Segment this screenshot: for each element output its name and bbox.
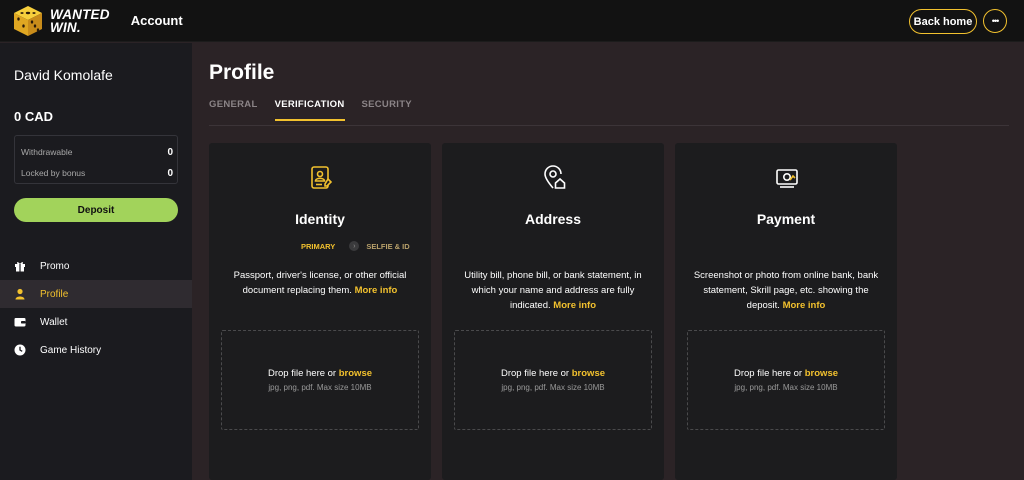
wallet-icon	[14, 316, 26, 328]
sidebar-item-label: Profile	[40, 288, 69, 300]
payment-card: Payment Screenshot or photo from online …	[675, 143, 897, 480]
main-content: Profile GENERAL VERIFICATION SECURITY Id…	[192, 43, 1024, 480]
withdrawable-row: Withdrawable 0	[21, 147, 173, 158]
clock-icon	[14, 344, 26, 356]
locked-row: Locked by bonus 0	[21, 168, 173, 179]
card-title: Address	[524, 211, 582, 227]
page-title: Profile	[209, 61, 275, 84]
drop-text: Drop file here or browse	[688, 368, 884, 379]
drop-text: Drop file here or browse	[455, 368, 651, 379]
sidebar-item-game-history[interactable]: Game History	[0, 336, 192, 364]
sidebar: David Komolafe 0 CAD Withdrawable 0 Lock…	[0, 43, 192, 480]
brand-name-line2: WIN.	[50, 19, 81, 35]
file-drop-zone[interactable]: Drop file here or browse jpg, png, pdf. …	[221, 330, 419, 430]
step-primary[interactable]: PRIMARY	[301, 242, 335, 251]
brand-logo[interactable]: WANTED WIN.	[11, 4, 110, 38]
sidebar-item-label: Game History	[40, 344, 102, 356]
tab-verification[interactable]: VERIFICATION	[274, 99, 345, 121]
sidebar-nav: Promo Profile Wallet Game History	[0, 252, 192, 364]
tabs-divider	[209, 125, 1009, 126]
withdrawable-label: Withdrawable	[21, 147, 73, 157]
file-drop-zone[interactable]: Drop file here or browse jpg, png, pdf. …	[687, 330, 885, 430]
sidebar-item-wallet[interactable]: Wallet	[0, 308, 192, 336]
more-menu-button[interactable]: •••	[983, 9, 1007, 33]
tab-security[interactable]: SECURITY	[362, 99, 412, 121]
gift-icon	[14, 260, 26, 272]
deposit-button[interactable]: Deposit	[14, 198, 178, 222]
sidebar-item-label: Promo	[40, 260, 70, 272]
payment-card-icon	[776, 169, 798, 188]
brand-name-line1: WANTED	[50, 6, 110, 22]
address-card: Address Utility bill, phone bill, or ban…	[442, 143, 664, 480]
more-info-link[interactable]: More info	[355, 285, 398, 296]
more-info-link[interactable]: More info	[783, 300, 826, 311]
sidebar-item-profile[interactable]: Profile	[0, 280, 192, 308]
location-home-icon	[544, 165, 566, 189]
chevron-right-icon: ›	[349, 241, 360, 251]
card-title: Identity	[295, 211, 345, 227]
header-title: Account	[130, 13, 183, 28]
file-hint: jpg, png, pdf. Max size 10MB	[734, 383, 838, 392]
verification-steps: PRIMARY › SELFIE & ID	[301, 241, 410, 251]
id-card-icon	[311, 166, 333, 189]
top-bar: WANTED WIN. Account Back home •••	[0, 0, 1024, 42]
step-selfie-id[interactable]: SELFIE & ID	[366, 242, 409, 251]
locked-label: Locked by bonus	[21, 168, 86, 178]
file-hint: jpg, png, pdf. Max size 10MB	[268, 383, 372, 392]
drop-label: Drop file here or	[733, 368, 803, 379]
brand-name: WANTED WIN.	[50, 6, 110, 35]
tab-general[interactable]: GENERAL	[209, 99, 258, 121]
file-hint: jpg, png, pdf. Max size 10MB	[501, 383, 605, 392]
card-description: Utility bill, phone bill, or bank statem…	[456, 268, 650, 313]
dice-logo-icon	[14, 5, 42, 36]
drop-label: Drop file here or	[267, 368, 337, 379]
browse-link[interactable]: browse	[805, 368, 838, 379]
more-dots-icon: •••	[991, 16, 1000, 26]
more-info-link[interactable]: More info	[553, 300, 596, 311]
card-description: Passport, driver's license, or other off…	[223, 268, 417, 298]
card-description: Screenshot or photo from online bank, ba…	[689, 268, 883, 313]
file-drop-zone[interactable]: Drop file here or browse jpg, png, pdf. …	[454, 330, 652, 430]
withdrawable-value: 0	[167, 147, 173, 158]
balance: 0 CAD	[14, 109, 54, 124]
back-home-button[interactable]: Back home	[909, 9, 977, 34]
identity-card: Identity PRIMARY › SELFIE & ID Passport,…	[209, 143, 431, 480]
locked-value: 0	[167, 168, 173, 179]
user-icon	[14, 288, 26, 300]
balance-details: Withdrawable 0 Locked by bonus 0	[14, 135, 178, 184]
drop-label: Drop file here or	[500, 368, 570, 379]
profile-tabs: GENERAL VERIFICATION SECURITY	[209, 99, 429, 121]
sidebar-item-promo[interactable]: Promo	[0, 252, 192, 280]
sidebar-item-label: Wallet	[40, 316, 68, 328]
browse-link[interactable]: browse	[339, 368, 372, 379]
browse-link[interactable]: browse	[572, 368, 605, 379]
drop-text: Drop file here or browse	[222, 368, 418, 379]
username: David Komolafe	[14, 67, 113, 83]
card-title: Payment	[756, 211, 816, 227]
